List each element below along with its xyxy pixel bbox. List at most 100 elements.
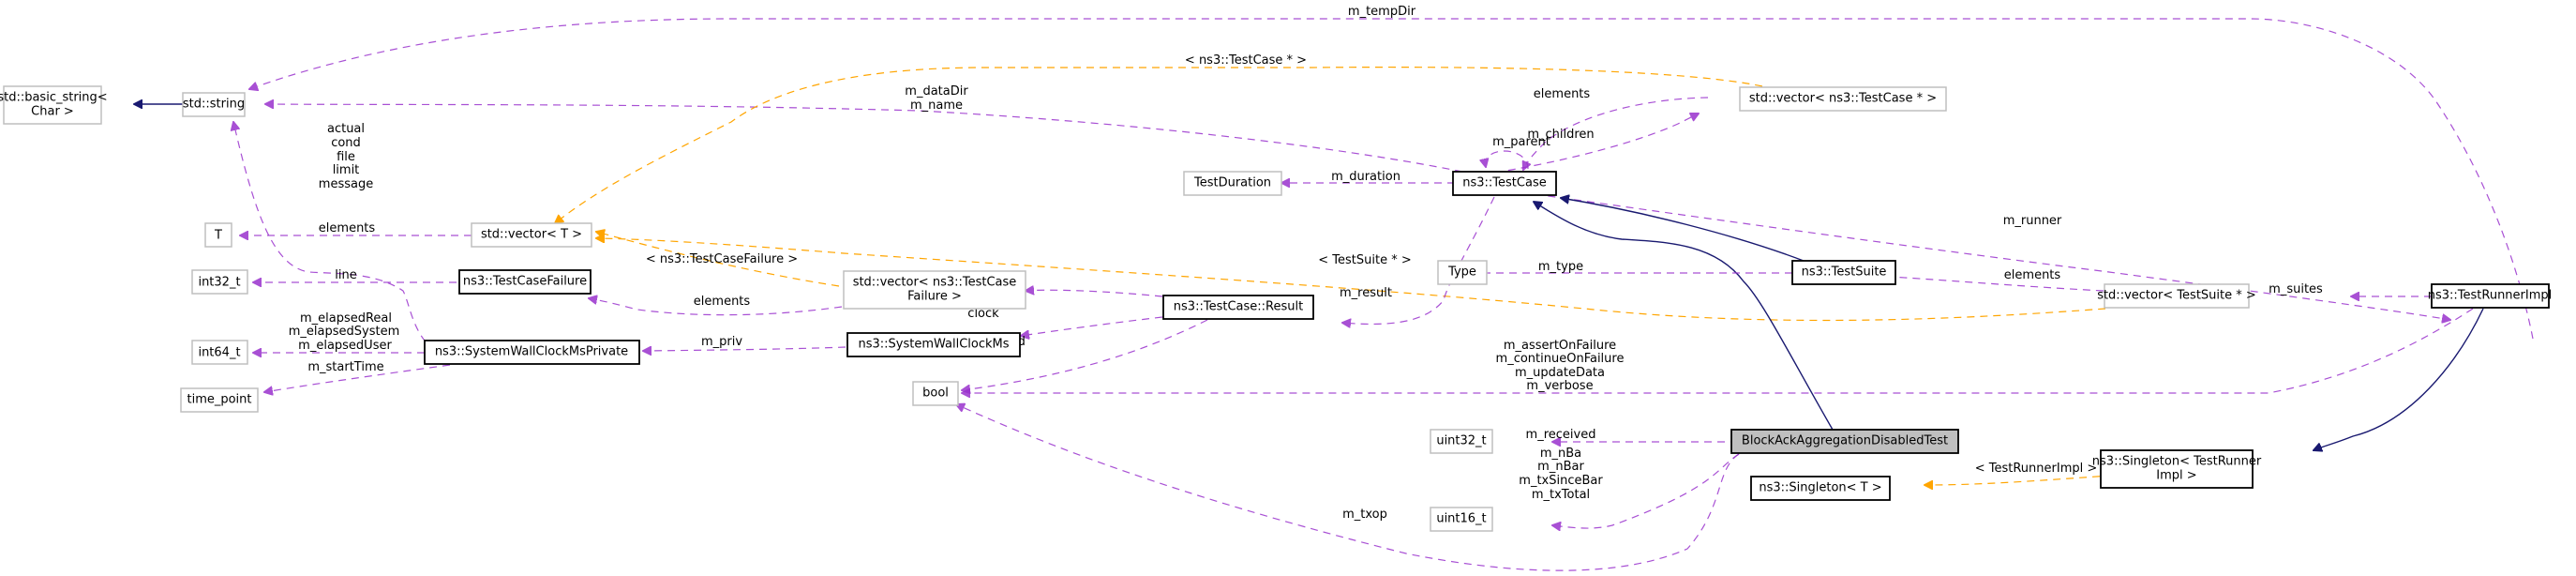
node-test-case-result[interactable]: ns3::TestCase::Result <box>1162 295 1314 320</box>
label-nba: m_nBa <box>1540 447 1581 461</box>
node-std-string[interactable]: std::string <box>182 92 246 117</box>
node-test-runner-impl[interactable]: ns3::TestRunnerImpl <box>2428 283 2553 309</box>
label-tpl-testrunnerimpl: < TestRunnerImpl > <box>1975 462 2098 476</box>
label-m-type: m_type <box>1538 260 1583 274</box>
node-system-wall-clock-ms-private[interactable]: ns3::SystemWallClockMsPrivate <box>424 340 640 365</box>
label-m-suites: m_suites <box>2269 282 2323 296</box>
collaboration-diagram: m_tempDir < ns3::TestCase * > m_dataDir … <box>0 5 2553 571</box>
svg-text:std::vector< ns3::TestCase: std::vector< ns3::TestCase <box>853 276 1017 290</box>
label-tx-since-bar: m_txSinceBar <box>1519 474 1603 488</box>
label-elapsed-system: m_elapsedSystem <box>289 325 400 339</box>
svg-text:Type: Type <box>1447 265 1476 280</box>
svg-text:T: T <box>214 229 222 243</box>
edge-m-dataDir-name <box>265 104 1463 173</box>
label-m-priv: m_priv <box>701 335 742 349</box>
label-message: message <box>319 177 373 191</box>
svg-text:std::basic_string<: std::basic_string< <box>0 91 108 105</box>
svg-text:ns3::Singleton< T >: ns3::Singleton< T > <box>1759 481 1881 495</box>
label-elements-suite: elements <box>2004 268 2061 282</box>
node-test-case-failure[interactable]: ns3::TestCaseFailure <box>458 269 592 295</box>
node-T[interactable]: T <box>204 222 232 248</box>
edge-m-parent <box>1486 150 1529 170</box>
label-elements-failure: elements <box>694 295 751 309</box>
svg-text:BlockAckAggregationDisabledTes: BlockAckAggregationDisabledTest <box>1742 434 1948 448</box>
svg-text:time_point: time_point <box>187 393 251 407</box>
label-data-dir: m_dataDir <box>905 84 968 99</box>
svg-text:bool: bool <box>922 387 949 401</box>
label-m-received: m_received <box>1526 428 1596 442</box>
edge-labels: m_tempDir < ns3::TestCase * > m_dataDir … <box>289 5 2323 522</box>
node-block-ack-aggregation-disabled-test[interactable]: BlockAckAggregationDisabledTest <box>1730 429 1959 454</box>
label-m-children: m_children <box>1527 128 1594 142</box>
node-int32-t[interactable]: int32_t <box>191 269 248 295</box>
node-std-vector-T[interactable]: std::vector< T > <box>471 222 592 248</box>
node-time-point[interactable]: time_point <box>180 387 259 413</box>
label-continue-on-failure: m_continueOnFailure <box>1496 352 1625 366</box>
svg-text:ns3::TestCaseFailure: ns3::TestCaseFailure <box>463 275 587 289</box>
svg-text:TestDuration: TestDuration <box>1193 176 1271 190</box>
label-m-duration: m_duration <box>1331 170 1400 184</box>
label-m-tempdir: m_tempDir <box>1348 5 1416 19</box>
svg-text:ns3::SystemWallClockMsPrivate: ns3::SystemWallClockMsPrivate <box>435 345 628 359</box>
svg-text:ns3::TestCase: ns3::TestCase <box>1462 176 1546 190</box>
svg-text:std::vector< ns3::TestCase * >: std::vector< ns3::TestCase * > <box>1749 92 1937 106</box>
label-tpl-testcase-ptr: < ns3::TestCase * > <box>1185 53 1307 68</box>
node-singleton-test-runner-impl[interactable]: ns3::Singleton< TestRunner Impl > <box>2092 449 2262 489</box>
edge-m-priv <box>643 347 846 351</box>
node-singleton-T[interactable]: ns3::Singleton< T > <box>1750 476 1891 501</box>
nodes: std::basic_string< Char > std::string T … <box>0 85 2553 532</box>
node-system-wall-clock-ms[interactable]: ns3::SystemWallClockMs <box>846 332 1021 357</box>
svg-text:uint16_t: uint16_t <box>1436 512 1486 526</box>
label-file: file <box>337 150 355 164</box>
svg-text:ns3::TestRunnerImpl: ns3::TestRunnerImpl <box>2428 289 2553 303</box>
edge-m-txop <box>956 404 1740 571</box>
node-int64-t[interactable]: int64_t <box>191 340 248 365</box>
label-tpl-testsuite-ptr: < TestSuite * > <box>1318 253 1411 267</box>
label-assert-on-failure: m_assertOnFailure <box>1504 339 1616 353</box>
node-test-case[interactable]: ns3::TestCase <box>1452 171 1557 196</box>
edge-testsuite-to-testcase <box>1561 198 1805 262</box>
node-vector-test-suite-ptr[interactable]: std::vector< TestSuite * > <box>2097 283 2256 309</box>
node-type[interactable]: Type <box>1437 260 1488 285</box>
edge-blockack-to-testcase <box>1534 202 1834 431</box>
svg-text:std::vector< T >: std::vector< T > <box>481 228 582 242</box>
svg-text:int32_t: int32_t <box>198 276 240 290</box>
label-elapsed-user: m_elapsedUser <box>298 339 392 353</box>
label-m-txop: m_txop <box>1342 508 1387 522</box>
edge-clock <box>1021 316 1163 336</box>
svg-text:Char >: Char > <box>31 105 74 119</box>
svg-text:Impl >: Impl > <box>2156 469 2196 483</box>
label-elements-T: elements <box>319 221 376 235</box>
label-line: line <box>335 268 356 282</box>
edge-elements-suite <box>1875 276 2104 292</box>
edge-runnerimpl-to-singleton <box>2314 308 2484 450</box>
svg-text:ns3::TestCase::Result: ns3::TestCase::Result <box>1174 300 1303 314</box>
svg-text:ns3::TestSuite: ns3::TestSuite <box>1802 265 1887 280</box>
node-vector-test-case-failure[interactable]: std::vector< ns3::TestCase Failure > <box>843 270 1026 310</box>
label-nbar: m_nBar <box>1537 460 1584 474</box>
edge-failure <box>1026 290 1163 297</box>
svg-text:uint32_t: uint32_t <box>1436 434 1486 448</box>
edge-bool-members <box>962 308 2474 393</box>
node-vector-test-case-ptr[interactable]: std::vector< ns3::TestCase * > <box>1739 86 1947 112</box>
svg-text:int64_t: int64_t <box>198 346 240 360</box>
label-tpl-testcasefailure: < ns3::TestCaseFailure > <box>646 252 798 266</box>
label-name: m_name <box>910 99 963 113</box>
label-m-runner: m_runner <box>2003 214 2062 228</box>
node-std-basic-string[interactable]: std::basic_string< Char > <box>0 85 108 125</box>
label-tx-total: m_txTotal <box>1532 488 1590 502</box>
label-elapsed-real: m_elapsedReal <box>300 311 392 326</box>
svg-text:ns3::SystemWallClockMs: ns3::SystemWallClockMs <box>858 338 1009 352</box>
svg-text:Failure >: Failure > <box>907 290 962 304</box>
edge-m-runner <box>1495 188 2450 320</box>
node-uint32-t[interactable]: uint32_t <box>1430 429 1493 454</box>
node-bool[interactable]: bool <box>912 381 959 406</box>
node-test-suite[interactable]: ns3::TestSuite <box>1791 260 1896 285</box>
node-uint16-t[interactable]: uint16_t <box>1430 507 1493 532</box>
label-cond: cond <box>331 136 361 150</box>
label-verbose: m_verbose <box>1526 379 1593 393</box>
svg-text:std::string: std::string <box>183 98 245 112</box>
label-elements-testcase: elements <box>1534 87 1591 101</box>
svg-text:std::vector< TestSuite * >: std::vector< TestSuite * > <box>2097 289 2256 303</box>
node-test-duration[interactable]: TestDuration <box>1183 171 1282 196</box>
